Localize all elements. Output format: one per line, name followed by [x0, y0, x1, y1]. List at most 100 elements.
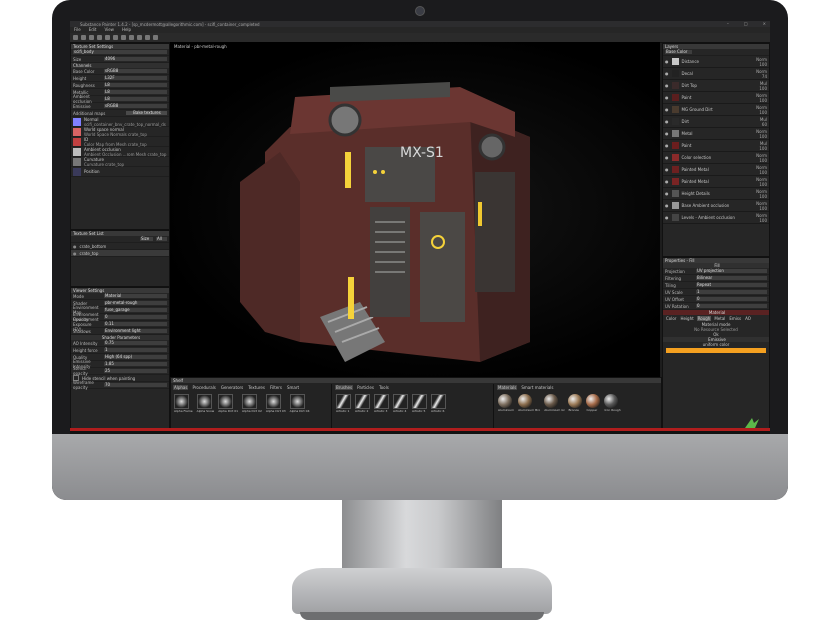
material-tab[interactable]: Materials	[497, 385, 518, 390]
material-channel-toggle[interactable]: AO	[744, 316, 752, 321]
viewer-setting-value[interactable]: 0	[104, 315, 167, 319]
alpha-thumbnail[interactable]: Alpha Dirt 03	[265, 394, 286, 414]
fill-property-value[interactable]: 0	[696, 297, 767, 301]
alpha-thumbnail[interactable]: Alpha Dirt 01	[218, 394, 238, 414]
fill-property-value[interactable]: 1	[696, 290, 767, 294]
channel-value[interactable]: L32F	[104, 76, 167, 80]
layer-blend-mode[interactable]: Norm	[756, 105, 767, 110]
eye-icon[interactable]: ●	[665, 167, 669, 172]
layer-blend-mode[interactable]: Mul	[759, 81, 767, 86]
shelf-tab[interactable]: Alphas	[173, 385, 189, 390]
layer-opacity[interactable]: 100	[756, 206, 767, 211]
material-thumbnail[interactable]: Aluminium Gl	[544, 394, 564, 413]
fill-property-value[interactable]: Repeat	[696, 283, 767, 287]
layer-opacity[interactable]: 100	[756, 110, 767, 115]
material-channel-toggle[interactable]: Color	[665, 316, 677, 321]
layer-item[interactable]: ● Painted Metal Norm 100	[663, 176, 769, 188]
material-thumbnail[interactable]: Iron Rough	[604, 394, 621, 413]
material-tab[interactable]: Smart materials	[520, 385, 554, 390]
layer-opacity[interactable]: 74	[756, 74, 767, 79]
layer-blend-mode[interactable]: Norm	[756, 177, 767, 182]
layer-opacity[interactable]: 100	[756, 158, 767, 163]
viewer-setting-value[interactable]: 0.11	[104, 322, 167, 326]
shader-param-value[interactable]: 1	[104, 348, 167, 352]
eye-icon[interactable]: ●	[665, 143, 669, 148]
viewer-setting-value[interactable]: pbr-metal-rough	[104, 301, 167, 305]
smudge-tool-icon[interactable]	[105, 35, 110, 40]
layer-opacity[interactable]: 100	[759, 146, 767, 151]
screenshot-icon[interactable]	[145, 35, 150, 40]
emissive-color-swatch[interactable]	[666, 348, 766, 353]
layer-blend-mode[interactable]: Norm	[756, 93, 767, 98]
texture-set-item[interactable]: ● crate_top	[71, 250, 169, 257]
alpha-thumbnail[interactable]: Alpha Dirt 02	[242, 394, 262, 414]
brush-thumbnail[interactable]: Artistic 5	[412, 394, 427, 414]
brush-thumbnail[interactable]: Artistic 6	[431, 394, 446, 414]
layer-opacity[interactable]: 100	[756, 170, 767, 175]
shelf-tab[interactable]: Generators	[220, 385, 244, 390]
eye-icon[interactable]: ●	[665, 71, 669, 76]
eye-icon[interactable]: ●	[665, 119, 669, 124]
viewer-setting-value[interactable]: fuse_garage	[104, 308, 167, 312]
all-button[interactable]: All	[156, 237, 167, 241]
layer-item[interactable]: ● Decal Norm 74	[663, 68, 769, 80]
material-thumbnail[interactable]: Aluminium Bro	[518, 394, 540, 413]
brush-tab[interactable]: Brushes	[335, 385, 354, 390]
brush-tab[interactable]: Tools	[378, 385, 390, 390]
shelf-tab[interactable]: Textures	[247, 385, 266, 390]
shader-param-value[interactable]: 0.75	[104, 341, 167, 345]
layer-opacity[interactable]: 100	[756, 134, 767, 139]
material-channel-toggle[interactable]: Height	[679, 316, 694, 321]
layer-item[interactable]: ● Dirt Top Mul 100	[663, 80, 769, 92]
brush-tab[interactable]: Particles	[356, 385, 375, 390]
additional-map-item[interactable]: Normal scifi_container_bnv_crate_top_norm…	[71, 117, 169, 127]
layer-blend-mode[interactable]: Mul	[760, 117, 767, 122]
eye-icon[interactable]: ●	[665, 203, 669, 208]
projection-tool-icon[interactable]	[89, 35, 94, 40]
shader-param-value[interactable]: 1.85	[104, 362, 167, 366]
close-button[interactable]: ×	[763, 21, 766, 26]
eye-icon[interactable]: ●	[665, 83, 669, 88]
eye-icon[interactable]: ●	[665, 155, 669, 160]
material-thumbnail[interactable]: Bronze	[568, 394, 583, 413]
texture-size-select[interactable]: 4096	[104, 57, 167, 61]
brush-thumbnail[interactable]: Artistic 2	[355, 394, 370, 414]
layer-opacity[interactable]: 100	[756, 218, 767, 223]
shelf-tab[interactable]: Smart	[286, 385, 300, 390]
layer-item[interactable]: ● Dirt Mul 60	[663, 116, 769, 128]
fill-property-value[interactable]: UV projection	[696, 269, 767, 273]
layer-opacity[interactable]: 60	[760, 122, 767, 127]
texture-set-item[interactable]: ● crate_bottom	[71, 243, 169, 250]
minimize-button[interactable]: –	[727, 21, 729, 26]
polygon-fill-icon[interactable]	[97, 35, 102, 40]
channel-value[interactable]: sRGB8	[104, 69, 167, 73]
symmetry-icon[interactable]	[129, 35, 134, 40]
layer-opacity[interactable]: 100	[756, 182, 767, 187]
paint-tool-icon[interactable]	[73, 35, 78, 40]
layer-item[interactable]: ● Paint Mul 100	[663, 140, 769, 152]
additional-map-item[interactable]: Position	[71, 167, 169, 177]
additional-map-item[interactable]: Ambient occlusion Ambient Occlusion ...ro…	[71, 147, 169, 157]
channel-value[interactable]: L8	[104, 90, 167, 94]
layer-blend-mode[interactable]: Norm	[756, 201, 767, 206]
material-channel-toggle[interactable]: Emiss	[728, 316, 742, 321]
shader-param-value[interactable]: High (64 spp)	[104, 355, 167, 359]
layer-blend-mode[interactable]: Norm	[756, 153, 767, 158]
alpha-thumbnail[interactable]: Alpha Snow	[196, 394, 214, 414]
maximize-button[interactable]: □	[744, 21, 748, 26]
fill-property-value[interactable]: 0	[696, 304, 767, 308]
texture-set-name[interactable]: scifi_body	[73, 50, 167, 54]
layer-blend-mode[interactable]: Norm	[756, 129, 767, 134]
layer-item[interactable]: ● MG Ground Dirt Norm 100	[663, 104, 769, 116]
camera-icon[interactable]	[137, 35, 142, 40]
color-picker-icon[interactable]	[121, 35, 126, 40]
fill-property-value[interactable]: Bilinear	[696, 276, 767, 280]
layer-opacity[interactable]: 100	[759, 86, 767, 91]
layer-channel-select[interactable]: Base Color	[665, 50, 692, 54]
layer-item[interactable]: ● Painted Metal Norm 100	[663, 164, 769, 176]
layer-item[interactable]: ● Metal Norm 100	[663, 128, 769, 140]
additional-map-item[interactable]: ID Color Map from Mesh crate_top	[71, 137, 169, 147]
eye-icon[interactable]: ●	[665, 59, 669, 64]
eye-icon[interactable]: ●	[665, 215, 669, 220]
eraser-tool-icon[interactable]	[81, 35, 86, 40]
